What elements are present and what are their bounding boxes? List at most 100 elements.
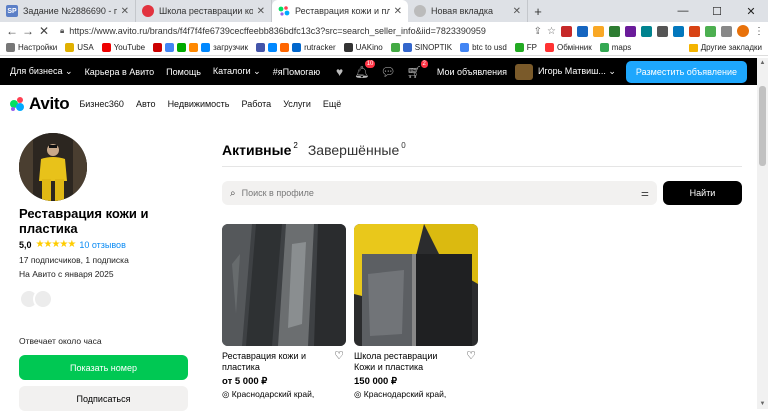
menu-dots-icon[interactable]: ⋮ — [754, 26, 764, 37]
listing-image[interactable] — [222, 224, 346, 346]
extension-icon[interactable] — [577, 25, 588, 37]
post-ad-button[interactable]: Разместить объявление — [625, 60, 747, 83]
nav-career[interactable]: Карьера в Авито — [85, 67, 155, 77]
listing-card[interactable]: Школа реставрации Кожи и пластика ♡ 150 … — [354, 224, 478, 400]
close-tab-icon[interactable]: ✕ — [257, 6, 265, 17]
category-realty[interactable]: Недвижимость — [168, 99, 230, 109]
share-icon[interactable]: ⇪ — [534, 26, 542, 37]
category-services[interactable]: Услуги — [283, 99, 311, 109]
notifications-bell-icon[interactable]: 🔔︎ 10 — [354, 59, 376, 79]
listing-title[interactable]: Реставрация кожи и пластика ♡ — [222, 351, 346, 373]
show-phone-button[interactable]: Показать номер — [19, 355, 188, 380]
subscriber-avatars — [19, 289, 53, 309]
page-scrollbar[interactable]: ▲ ▼ — [757, 58, 768, 409]
extension-icon[interactable] — [561, 25, 572, 37]
scroll-up-icon[interactable]: ▲ — [757, 60, 768, 66]
category-business360[interactable]: Бизнес360 — [79, 99, 124, 109]
favorite-heart-icon[interactable]: ♡ — [466, 351, 476, 362]
subscribers-count[interactable]: 17 подписчиков, 1 подписка — [19, 255, 129, 265]
avito-logo[interactable]: Avito — [10, 94, 70, 114]
bookmark-star-icon[interactable]: ☆ — [547, 26, 556, 37]
nav-help[interactable]: Помощь — [166, 67, 201, 77]
reviews-link[interactable]: 10 отзывов — [79, 240, 126, 250]
tab-label: Завершённые — [307, 142, 400, 158]
nav-catalogs[interactable]: Каталоги ⌄ — [213, 66, 261, 77]
scrollbar-thumb[interactable] — [759, 86, 766, 166]
search-placeholder: Поиск в профиле — [241, 188, 314, 198]
nav-for-business[interactable]: Для бизнеса ⌄ — [10, 66, 73, 77]
category-jobs[interactable]: Работа — [241, 99, 271, 109]
tab-title: Школа реставрации кожи и плас — [159, 6, 253, 16]
tab-title: Задание №2886690 - просмотр з — [23, 6, 117, 16]
find-button[interactable]: Найти — [663, 181, 742, 205]
favorites-heart-icon[interactable]: ♥ — [336, 65, 343, 79]
listing-image[interactable] — [354, 224, 478, 346]
search-icon: ⌕ — [230, 187, 236, 199]
maximize-icon[interactable]: ☐ — [700, 0, 734, 22]
tab-finished-listings[interactable]: Завершённые 0 — [307, 141, 406, 158]
bookmark-item[interactable]: Обмінник — [545, 43, 592, 52]
extension-icon[interactable] — [673, 25, 684, 37]
browser-tab[interactable]: Новая вкладка ✕ — [408, 0, 528, 22]
url-field[interactable]: 🔒︎ https://www.avito.ru/brands/f4f7f4fe6… — [60, 23, 530, 39]
avito-top-nav: Для бизнеса ⌄ Карьера в Авито Помощь Кат… — [0, 58, 757, 85]
subscriber-avatar — [33, 289, 53, 309]
user-menu[interactable]: Игорь Матвиш... ⌄ — [515, 63, 616, 80]
bookmark-item[interactable]: UAKino — [343, 43, 383, 52]
my-ads-link[interactable]: Мои объявления — [437, 67, 507, 77]
address-bar-row: ← → ✕ 🔒︎ https://www.avito.ru/brands/f4f… — [0, 22, 768, 40]
puzzle-icon[interactable] — [721, 25, 732, 37]
browser-tab-active[interactable]: Реставрация кожи и пластика - с ✕ — [272, 0, 408, 22]
other-bookmarks[interactable]: Другие закладки — [688, 43, 762, 52]
category-auto[interactable]: Авто — [136, 99, 156, 109]
user-name: Игорь Матвиш... ⌄ — [538, 66, 616, 76]
tab-active-listings[interactable]: Активные 2 — [222, 141, 298, 158]
bookmark-item[interactable]: FP — [514, 43, 537, 52]
tab-favicon-icon — [142, 5, 154, 17]
extension-icon[interactable] — [657, 25, 668, 37]
bookmark-item[interactable]: загрузчик — [153, 43, 248, 52]
back-icon[interactable]: ← — [4, 24, 20, 38]
seller-rating: 5,0 ★★★★★ 10 отзывов — [19, 239, 126, 250]
extension-icon[interactable] — [705, 25, 716, 37]
bookmark-item[interactable]: SINOPTIK — [390, 43, 452, 52]
listing-price: от 5 000 ₽ — [222, 376, 268, 387]
bookmark-item[interactable]: YouTube — [101, 43, 145, 52]
extension-icon[interactable] — [593, 25, 604, 37]
bookmark-item[interactable]: btc to usd — [460, 43, 507, 52]
category-more[interactable]: Ещё — [323, 99, 341, 109]
bookmark-item[interactable]: rutracker — [256, 43, 336, 52]
messages-icon[interactable]: 💬︎ — [380, 65, 395, 79]
extension-icon[interactable] — [689, 25, 700, 37]
forward-icon[interactable]: → — [20, 24, 36, 38]
cart-badge: 2 — [420, 59, 428, 68]
close-tab-icon[interactable]: ✕ — [513, 6, 521, 17]
minimize-icon[interactable]: — — [666, 0, 700, 22]
profile-search-input[interactable]: ⌕ Поиск в профиле ⚌ — [222, 181, 657, 205]
listing-title[interactable]: Школа реставрации Кожи и пластика ♡ — [354, 351, 478, 373]
browser-tab[interactable]: Школа реставрации кожи и плас ✕ — [136, 0, 272, 22]
listing-card[interactable]: Реставрация кожи и пластика ♡ от 5 000 ₽… — [222, 224, 346, 400]
scroll-down-icon[interactable]: ▼ — [757, 401, 768, 407]
extension-icon[interactable] — [625, 25, 636, 37]
rating-value: 5,0 — [19, 239, 32, 250]
close-tab-icon[interactable]: ✕ — [121, 6, 129, 17]
cart-icon[interactable]: 🛒︎ 2 — [407, 59, 428, 79]
subscribe-button[interactable]: Подписаться — [19, 386, 188, 411]
listing-location: ◎ Краснодарский край, — [222, 389, 315, 399]
browser-tab[interactable]: SP Задание №2886690 - просмотр з ✕ — [0, 0, 136, 22]
reload-icon[interactable]: ✕ — [36, 24, 52, 38]
bookmark-item[interactable]: maps — [599, 43, 631, 52]
bookmark-item[interactable]: USA — [65, 43, 94, 52]
profile-avatar-icon[interactable] — [737, 25, 749, 37]
filter-icon[interactable]: ⚌ — [641, 188, 649, 199]
close-tab-icon[interactable]: ✕ — [394, 6, 402, 17]
extension-icon[interactable] — [609, 25, 620, 37]
favorite-heart-icon[interactable]: ♡ — [334, 351, 344, 362]
close-window-icon[interactable]: ✕ — [734, 0, 768, 22]
response-time: Отвечает около часа — [19, 336, 102, 346]
bookmark-item[interactable]: Настройки — [6, 43, 57, 52]
new-tab-button[interactable]: + — [528, 0, 548, 22]
nav-i-help[interactable]: #яПомогаю — [273, 67, 320, 77]
extension-icon[interactable] — [641, 25, 652, 37]
